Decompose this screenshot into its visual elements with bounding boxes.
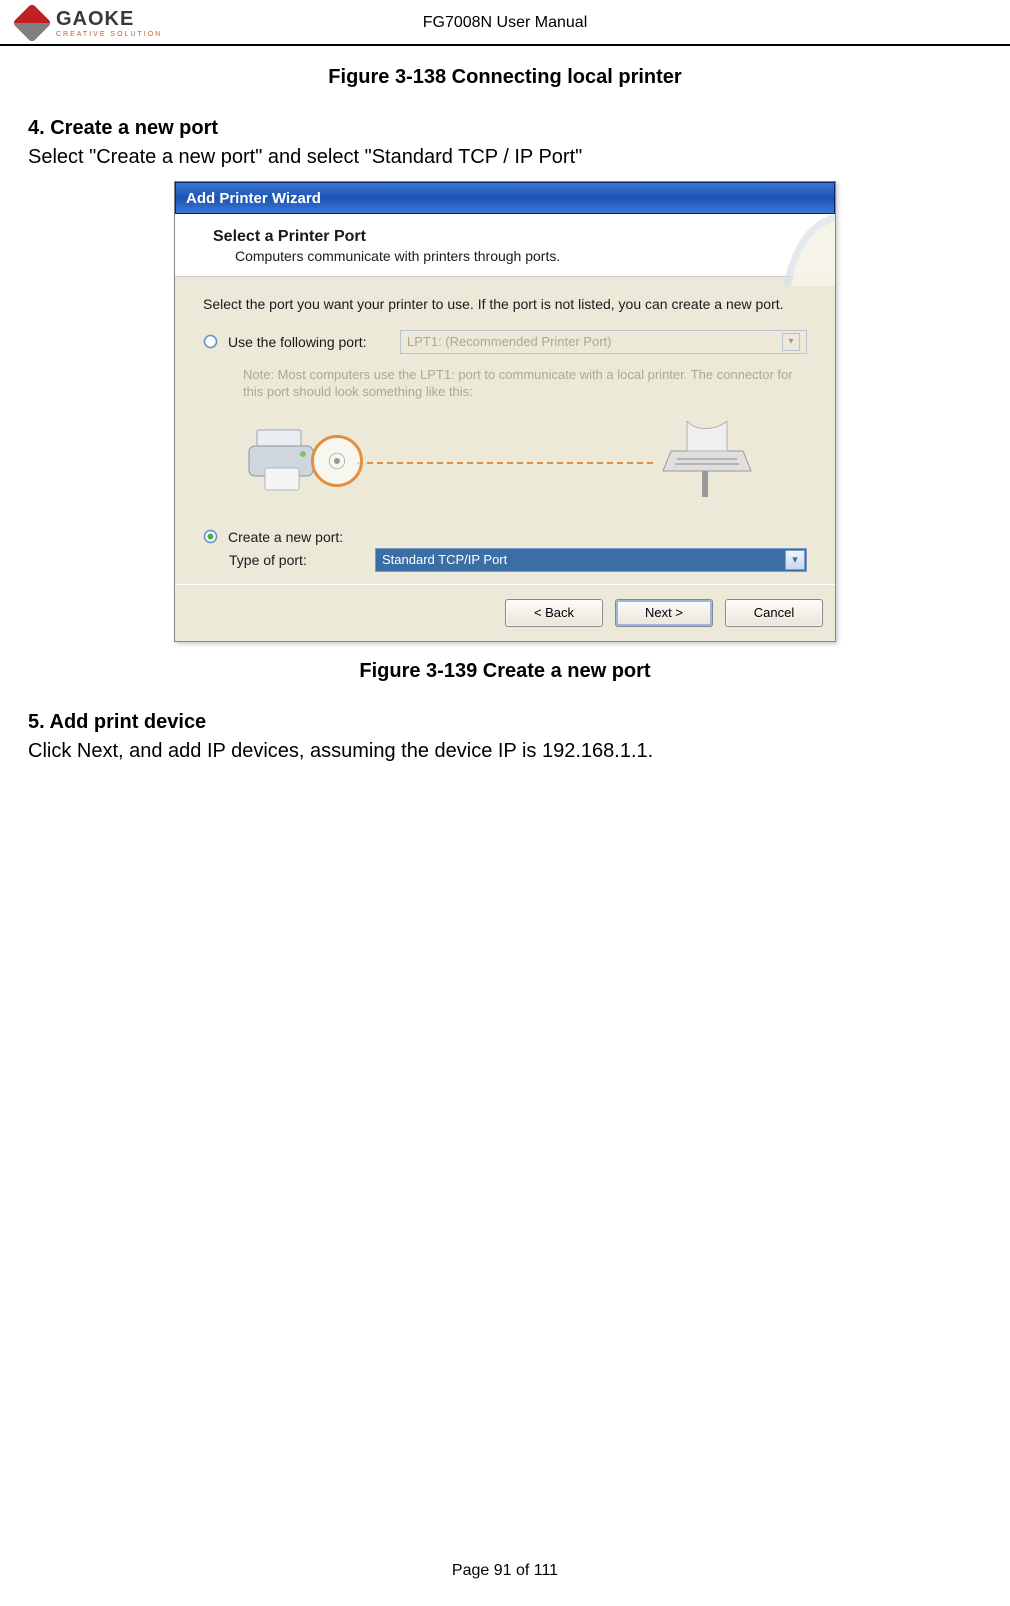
- port-type-label: Type of port:: [229, 552, 365, 568]
- connector-highlight-circle: ⦿: [311, 435, 363, 487]
- plug-icon: ⦿: [328, 448, 346, 474]
- chevron-down-icon: ▾: [782, 333, 800, 351]
- dialog-pane-subtitle: Computers communicate with printers thro…: [213, 248, 813, 264]
- chevron-down-icon[interactable]: ▾: [785, 550, 805, 570]
- dashed-line: [357, 462, 653, 464]
- back-button[interactable]: < Back: [505, 599, 603, 627]
- printer-wing-icon: [763, 214, 835, 286]
- logo-icon: [12, 3, 52, 43]
- brand-logo: GAOKE CREATIVE SOLUTION: [18, 8, 162, 38]
- page-content: Figure 3-138 Connecting local printer 4.…: [0, 46, 1010, 763]
- dialog-intro-text: Select the port you want your printer to…: [203, 295, 807, 314]
- doc-title: FG7008N User Manual: [423, 14, 588, 32]
- create-new-port-label: Create a new port:: [228, 529, 343, 545]
- logo-main-text: GAOKE: [56, 8, 162, 31]
- figure-139-caption: Figure 3-139 Create a new port: [28, 660, 982, 683]
- use-following-port-row: Use the following port: LPT1: (Recommend…: [203, 330, 807, 354]
- step-4-body: Select "Create a new port" and select "S…: [28, 146, 982, 169]
- parallel-connector-icon: [647, 421, 767, 501]
- radio-create-new-port[interactable]: [203, 529, 218, 544]
- use-following-port-label: Use the following port:: [228, 334, 390, 350]
- port-note-text: Note: Most computers use the LPT1: port …: [203, 364, 807, 411]
- step-5-heading: 5. Add print device: [28, 711, 982, 734]
- create-new-port-row: Create a new port:: [203, 529, 807, 545]
- lpt-port-value: LPT1: (Recommended Printer Port): [407, 334, 611, 349]
- cancel-button[interactable]: Cancel: [725, 599, 823, 627]
- dialog-body: Select the port you want your printer to…: [175, 277, 835, 584]
- dialog-footer: < Back Next > Cancel: [175, 584, 835, 641]
- connector-diagram: ⦿: [243, 411, 767, 511]
- page-header: GAOKE CREATIVE SOLUTION FG7008N User Man…: [0, 0, 1010, 46]
- add-printer-wizard-dialog: Add Printer Wizard Select a Printer Port…: [174, 181, 836, 642]
- port-type-value: Standard TCP/IP Port: [382, 552, 507, 567]
- figure-138-caption: Figure 3-138 Connecting local printer: [28, 66, 982, 89]
- port-type-select[interactable]: Standard TCP/IP Port ▾: [375, 548, 807, 572]
- next-button[interactable]: Next >: [615, 599, 713, 627]
- dialog-pane-title: Select a Printer Port: [213, 228, 813, 246]
- page-number: Page 91 of 111: [0, 1562, 1010, 1580]
- logo-sub-text: CREATIVE SOLUTION: [56, 31, 162, 38]
- dialog-titlebar[interactable]: Add Printer Wizard: [175, 182, 835, 214]
- step-4-heading: 4. Create a new port: [28, 117, 982, 140]
- step-5-body: Click Next, and add IP devices, assuming…: [28, 740, 982, 763]
- port-type-row: Type of port: Standard TCP/IP Port ▾: [203, 548, 807, 572]
- lpt-port-select-disabled: LPT1: (Recommended Printer Port) ▾: [400, 330, 807, 354]
- dialog-header-pane: Select a Printer Port Computers communic…: [175, 214, 835, 277]
- radio-use-following-port[interactable]: [203, 334, 218, 349]
- dialog-title-text: Add Printer Wizard: [186, 190, 321, 207]
